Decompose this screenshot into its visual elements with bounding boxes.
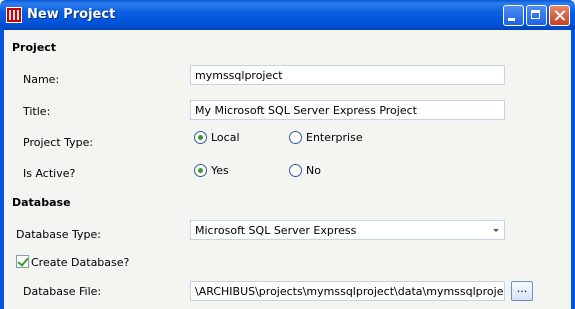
database-section-heading: Database <box>12 196 71 209</box>
is-active-no-label[interactable]: No <box>306 164 321 177</box>
database-type-value: Microsoft SQL Server Express <box>195 224 357 237</box>
create-database-label[interactable]: Create Database? <box>31 256 129 269</box>
is-active-label: Is Active? <box>23 167 76 180</box>
dialog-body: Project Name: mymssqlproject Title: My M… <box>4 30 571 309</box>
name-input[interactable]: mymssqlproject <box>190 65 505 85</box>
create-database-checkbox[interactable] <box>16 255 29 268</box>
project-type-local-label[interactable]: Local <box>211 131 240 144</box>
database-file-label: Database File: <box>23 285 102 298</box>
project-type-enterprise-radio[interactable] <box>289 131 302 144</box>
is-active-yes-label[interactable]: Yes <box>211 164 229 177</box>
title-label: Title: <box>23 105 51 118</box>
project-type-enterprise-label[interactable]: Enterprise <box>306 131 363 144</box>
title-input[interactable]: My Microsoft SQL Server Express Project <box>190 100 505 120</box>
window-title: New Project <box>27 7 116 22</box>
title-bar[interactable]: New Project <box>0 0 575 30</box>
minimize-button[interactable] <box>503 5 524 26</box>
app-icon <box>6 7 22 23</box>
project-type-label: Project Type: <box>23 136 94 149</box>
chevron-down-icon[interactable] <box>493 229 499 232</box>
is-active-no-radio[interactable] <box>289 164 302 177</box>
database-type-select[interactable]: Microsoft SQL Server Express <box>190 220 505 240</box>
browse-button[interactable]: ... <box>511 281 533 301</box>
project-type-local-radio[interactable] <box>194 131 207 144</box>
database-file-input[interactable]: \ARCHIBUS\projects\mymssqlproject\data\m… <box>190 281 505 301</box>
maximize-button[interactable] <box>526 5 547 26</box>
window-border-right <box>571 30 575 309</box>
name-label: Name: <box>23 73 60 86</box>
close-button[interactable] <box>549 5 570 26</box>
database-type-label: Database Type: <box>16 228 101 241</box>
project-section-heading: Project <box>12 41 57 54</box>
is-active-yes-radio[interactable] <box>194 164 207 177</box>
